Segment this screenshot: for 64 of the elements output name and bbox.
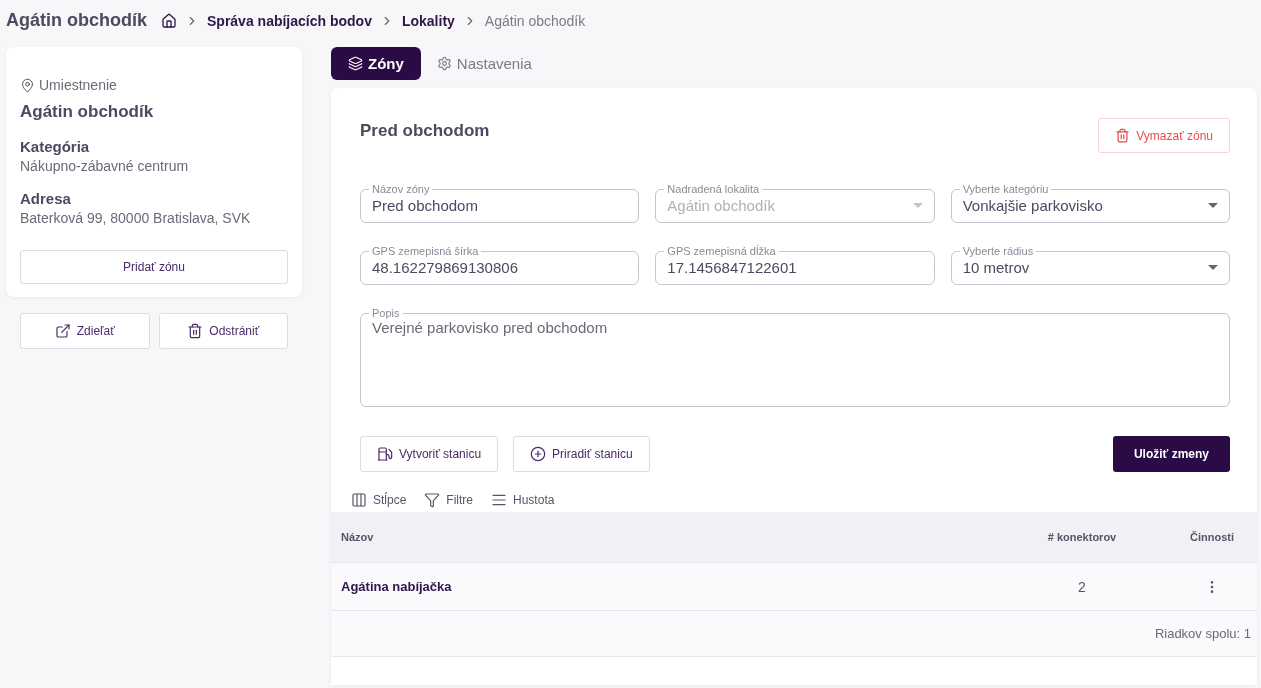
text-field[interactable]: Názov zóny Pred obchodom [360, 183, 640, 223]
lines-icon [491, 492, 508, 508]
select-value: Agátin obchodík [667, 196, 776, 214]
filter-icon [424, 492, 441, 508]
dropdown-caret-icon [912, 202, 923, 208]
filter-button[interactable]: Filtre [424, 492, 474, 508]
columns-icon [351, 492, 367, 508]
delete-zone-button[interactable]: Vymazať zónu [1098, 118, 1230, 153]
home-icon[interactable] [161, 12, 177, 29]
select-field[interactable]: Vyberte kategóriu Vonkajšie parkovisko [950, 183, 1230, 223]
table-cell-text: Agátina nabíjačka [341, 579, 453, 594]
breadcrumb-link[interactable]: Lokality [401, 12, 455, 29]
layers-icon [348, 56, 363, 71]
description-input[interactable]: Verejné parkovisko pred obchodom [372, 319, 1218, 399]
detail-label: Adresa [20, 190, 72, 207]
field-label: Vyberte rádius [961, 245, 1035, 257]
location-name: Agátin obchodík [20, 102, 155, 122]
breadcrumb-link[interactable]: Správa nabíjacích bodov [207, 12, 372, 29]
select-value: Vonkajšie parkovisko [962, 196, 1104, 214]
column-header: Činnosti [1189, 531, 1235, 543]
field-label: Nadradená lokalita [666, 183, 761, 195]
breadcrumb-link[interactable]: Agátin obchodík [484, 12, 586, 29]
field-label: Vyberte kategóriu [961, 183, 1050, 195]
dropdown-caret-icon [1208, 202, 1218, 208]
page-title: Agátin obchodík [6, 10, 147, 31]
input-field[interactable]: Pred obchodom [372, 196, 628, 214]
field-label: GPS zemepisná šírka [371, 245, 480, 257]
trash-icon [1115, 128, 1131, 143]
input-field[interactable]: 48.162279869130806 [372, 258, 628, 276]
column-header: Názov [341, 531, 375, 543]
textarea-field[interactable]: Popis Verejné parkovisko pred obchodom [360, 307, 1230, 407]
select-value: 10 metrov [962, 258, 1031, 276]
columns-button[interactable]: Stĺpce [351, 492, 407, 508]
input-field[interactable]: 17.1456847122601 [667, 258, 923, 276]
external-link-icon [54, 323, 71, 339]
field-label: GPS zemepisná dĺžka [666, 245, 777, 257]
detail-label: Kategória [20, 138, 91, 155]
table-cell-text: 2 [1077, 578, 1087, 595]
density-button[interactable]: Hustota [491, 492, 555, 508]
select-field[interactable]: Vyberte rádius 10 metrov [950, 245, 1230, 285]
create-station-button[interactable]: Vytvoriť stanicu [360, 436, 499, 472]
tab[interactable]: Zóny [331, 47, 421, 80]
map-pin-icon [20, 77, 35, 93]
add-zone-button[interactable]: Pridať zónu [20, 250, 288, 284]
gear-icon [436, 56, 452, 71]
plus-circle-icon [530, 446, 547, 462]
assign-station-button[interactable]: Priradiť stanicu [513, 436, 650, 472]
row-count: Riadkov spolu: 1 [1154, 626, 1251, 641]
detail-value: Baterková 99, 80000 Bratislava, SVK [20, 210, 252, 226]
share-button[interactable]: Zdieľať [20, 313, 150, 349]
text-field[interactable]: GPS zemepisná dĺžka 17.1456847122601 [655, 245, 935, 285]
trash-icon [187, 323, 204, 339]
text-field[interactable]: GPS zemepisná šírka 48.162279869130806 [360, 245, 640, 285]
field-label: Popis [371, 307, 401, 319]
detail-value: Nákupno-zábavné centrum [20, 158, 190, 174]
tab[interactable]: Nastavenia [428, 47, 549, 80]
field-label: Názov zóny [371, 183, 431, 195]
location-caption: Umiestnenie [39, 77, 117, 93]
dropdown-caret-icon [1208, 264, 1218, 270]
delete-button[interactable]: Odstrániť [158, 313, 288, 349]
fuel-pump-icon [377, 446, 393, 462]
zone-title: Pred obchodom [360, 121, 490, 141]
column-header: # konektorov [1046, 531, 1118, 543]
save-button[interactable]: Uložiť zmeny [1112, 436, 1230, 472]
